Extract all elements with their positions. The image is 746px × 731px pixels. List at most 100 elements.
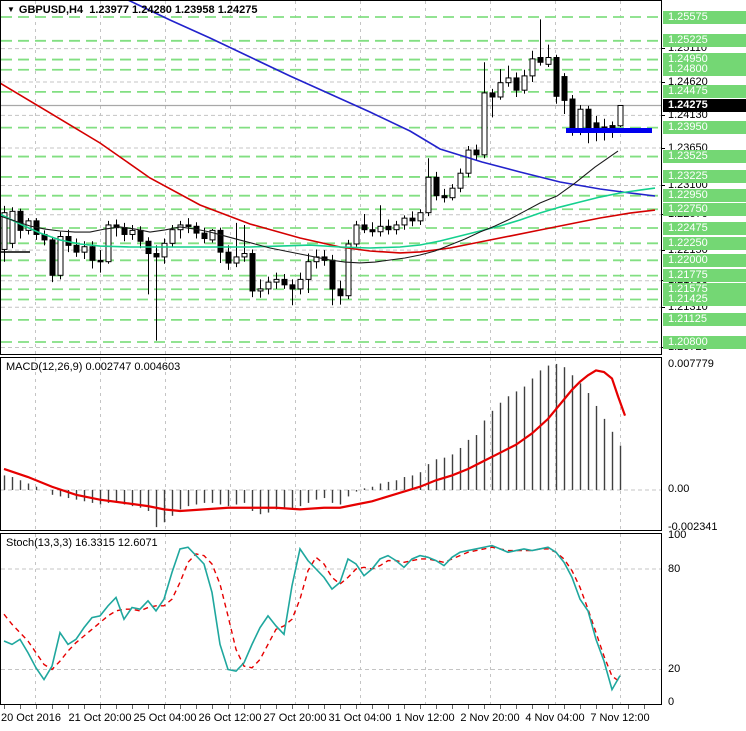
candle-body: [473, 149, 480, 156]
candle-body: [73, 244, 80, 253]
time-tick: [84, 705, 85, 709]
time-tick: [164, 705, 165, 709]
candle-body: [273, 278, 280, 283]
chart-canvas[interactable]: [0, 0, 662, 705]
sr-price-label: 1.21125: [663, 313, 746, 327]
sr-price-label: 1.25225: [663, 34, 746, 48]
stoch-d-line: [3, 546, 621, 683]
sr-price-label: 1.23950: [663, 121, 746, 135]
stoch-axis-label: 80: [668, 562, 681, 575]
stoch-axis-label: 20: [668, 662, 681, 675]
candle-body: [521, 75, 528, 91]
candle-body: [129, 229, 136, 235]
time-tick: [100, 705, 101, 709]
ohlc-toggle-icon[interactable]: ▼: [7, 5, 15, 14]
sr-price-label: 1.20800: [663, 335, 746, 349]
time-tick: [564, 705, 565, 709]
candle-body: [257, 288, 264, 292]
candle-body: [409, 217, 416, 222]
time-tick: [36, 705, 37, 709]
candle-body: [241, 253, 248, 258]
candle-body: [17, 210, 24, 231]
symbol-label: GBPUSD,H4: [18, 4, 84, 16]
candle-body: [529, 58, 536, 77]
stoch-header: Stoch(13,3,3) 16.3315 12.6071: [6, 537, 158, 549]
candle-body: [201, 232, 208, 240]
ma-teal-line: [0, 187, 656, 249]
sr-price-label: 1.22475: [663, 221, 746, 235]
candles: [1, 19, 624, 341]
candle-body: [457, 172, 464, 189]
symbol-header: ▼ GBPUSD,H4 1.23977 1.24280 1.23958 1.242…: [7, 4, 257, 16]
candle-body: [385, 225, 392, 231]
candle-body: [553, 57, 560, 97]
chart-window: ▼ GBPUSD,H4 1.23977 1.24280 1.23958 1.242…: [0, 0, 746, 731]
time-tick: [420, 705, 421, 709]
time-tick: [612, 705, 613, 709]
time-tick: [468, 705, 469, 709]
time-tick: [404, 705, 405, 709]
candle-body: [465, 149, 472, 174]
candle-body: [233, 256, 240, 264]
candle-body: [505, 77, 512, 84]
sr-price-label: 1.21425: [663, 292, 746, 306]
candle-body: [393, 224, 400, 231]
sr-price-label: 1.25575: [663, 10, 746, 24]
candle-body: [281, 278, 288, 286]
candle-body: [377, 225, 384, 233]
candle-body: [433, 176, 440, 197]
candle-body: [289, 284, 296, 290]
time-axis-label: 7 Nov 12:00: [590, 712, 650, 724]
candle-body: [153, 253, 160, 258]
sr-price-label: 1.22000: [663, 253, 746, 267]
time-tick: [244, 705, 245, 709]
time-tick: [500, 705, 501, 709]
time-tick: [388, 705, 389, 709]
candle-body: [337, 288, 344, 297]
candle-body: [81, 246, 88, 253]
time-tick: [452, 705, 453, 709]
time-tick: [372, 705, 373, 709]
macd-axis-label: 0.00: [668, 483, 690, 496]
candle-body: [9, 210, 16, 244]
time-tick: [20, 705, 21, 709]
candle-body: [561, 76, 568, 101]
candle-body: [361, 224, 368, 231]
time-tick: [148, 705, 149, 709]
time-tick: [628, 705, 629, 709]
time-tick: [68, 705, 69, 709]
candle-body: [249, 253, 256, 292]
candle-body: [137, 229, 144, 242]
ma-blue-line: [127, 0, 656, 197]
candle-body: [585, 108, 592, 131]
candle-body: [49, 239, 56, 276]
macd-histogram: [3, 363, 622, 528]
time-tick: [196, 705, 197, 709]
candle-body: [569, 98, 576, 133]
sr-price-label: 1.22250: [663, 236, 746, 250]
candle-body: [345, 243, 352, 297]
macd-header: MACD(12,26,9) 0.002747 0.004603: [6, 361, 181, 373]
candle-body: [265, 281, 272, 290]
sr-price-label: 1.24800: [663, 63, 746, 77]
time-tick: [260, 705, 261, 709]
time-tick: [644, 705, 645, 709]
time-tick: [580, 705, 581, 709]
candle-body: [545, 57, 552, 65]
candle-body: [513, 77, 520, 91]
sr-price-label: 1.22950: [663, 189, 746, 203]
time-tick: [356, 705, 357, 709]
time-tick: [340, 705, 341, 709]
sr-price-label: 1.23225: [663, 170, 746, 184]
sr-price-label: 1.24475: [663, 85, 746, 99]
candle-body: [89, 246, 96, 261]
time-tick: [292, 705, 293, 709]
time-tick: [116, 705, 117, 709]
candle-body: [497, 82, 504, 98]
candle-body: [185, 224, 192, 227]
candle-body: [537, 57, 544, 63]
sr-price-label: 1.21775: [663, 269, 746, 283]
time-tick: [276, 705, 277, 709]
time-tick: [516, 705, 517, 709]
candle-body: [105, 224, 112, 263]
